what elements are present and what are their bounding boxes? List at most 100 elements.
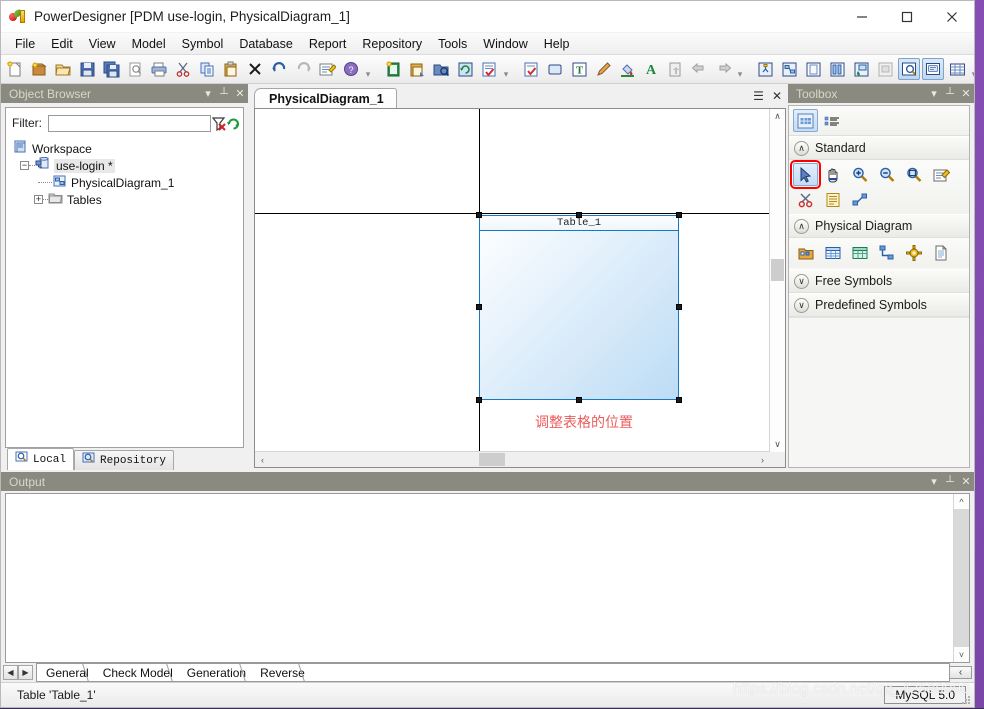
link-tool-icon[interactable]: [847, 188, 872, 211]
package-tool-icon[interactable]: [793, 241, 818, 264]
browser-tab-repository[interactable]: Repository: [74, 450, 175, 470]
clear-filter-icon[interactable]: [211, 114, 226, 132]
menu-tools[interactable]: Tools: [430, 35, 475, 53]
copy-icon[interactable]: [196, 58, 218, 80]
properties-tool-icon[interactable]: [928, 163, 953, 186]
resize-handle-w[interactable]: [476, 304, 482, 310]
toolbox-section-free-symbols[interactable]: ∨ Free Symbols: [789, 269, 969, 293]
page-icon[interactable]: [802, 58, 824, 80]
tree-node-use-login[interactable]: − use-login *: [12, 156, 243, 174]
table-symbol[interactable]: Table_1: [479, 215, 679, 400]
help-icon[interactable]: ?: [340, 58, 362, 80]
resize-handle-se[interactable]: [676, 397, 682, 403]
display-preferences-icon[interactable]: [754, 58, 776, 80]
toolbox-close-icon[interactable]: ✕: [958, 87, 974, 100]
reference-tool-icon[interactable]: [874, 241, 899, 264]
close-button[interactable]: [929, 1, 974, 32]
menu-model[interactable]: Model: [124, 35, 174, 53]
output-tab-check-model[interactable]: Check Model: [93, 664, 178, 681]
toolbox-section-standard[interactable]: ∧ Standard: [789, 136, 969, 160]
menu-symbol[interactable]: Symbol: [174, 35, 232, 53]
comment-icon[interactable]: [922, 58, 944, 80]
maximize-button[interactable]: [884, 1, 929, 32]
next-icon[interactable]: [712, 58, 734, 80]
tabs-next-button[interactable]: ▶: [18, 665, 33, 680]
file-tool-icon[interactable]: [928, 241, 953, 264]
tree-node-workspace[interactable]: Workspace: [12, 140, 243, 157]
palette-list-icon[interactable]: [820, 109, 845, 132]
output-close-icon[interactable]: ✕: [958, 475, 974, 488]
menu-repository[interactable]: Repository: [354, 35, 430, 53]
delete-tool-icon[interactable]: [793, 188, 818, 211]
output-scroll-down-arrow[interactable]: ˅: [954, 647, 969, 662]
paste-symbol-icon[interactable]: [406, 58, 428, 80]
menu-window[interactable]: Window: [475, 35, 535, 53]
resize-handle-sw[interactable]: [476, 397, 482, 403]
chevron-down-icon-predefined[interactable]: ∨: [794, 297, 809, 313]
export-icon[interactable]: [664, 58, 686, 80]
zoom-window-tool-icon[interactable]: [901, 163, 926, 186]
scroll-left-arrow[interactable]: ‹: [255, 452, 270, 467]
resize-grip-icon[interactable]: [960, 694, 972, 706]
horizontal-scroll-track[interactable]: [270, 452, 755, 467]
model-options-icon[interactable]: [874, 58, 896, 80]
canvas-vertical-scrollbar[interactable]: ∧ ∨: [769, 109, 785, 452]
align-icon[interactable]: [826, 58, 848, 80]
canvas-horizontal-scrollbar[interactable]: ‹ ›: [255, 451, 770, 467]
table-tool-icon[interactable]: [820, 241, 845, 264]
minimize-button[interactable]: [839, 1, 884, 32]
output-tab-reverse[interactable]: Reverse: [251, 664, 310, 681]
zoom-to-window-icon[interactable]: [898, 58, 920, 80]
symbol-format-icon[interactable]: [544, 58, 566, 80]
menu-help[interactable]: Help: [536, 35, 578, 53]
tabs-collapse-button[interactable]: ‹: [950, 666, 972, 679]
tree-node-physicaldiagram[interactable]: PhysicalDiagram_1: [12, 174, 243, 191]
output-tab-generation[interactable]: Generation: [177, 664, 252, 681]
diagram-canvas[interactable]: Table_1 调整表格的位置: [255, 109, 770, 452]
new-diagram-icon[interactable]: [382, 58, 404, 80]
delete-icon[interactable]: [244, 58, 266, 80]
palette-grid-icon[interactable]: [793, 109, 818, 132]
grabber-tool-icon[interactable]: [820, 163, 845, 186]
toolbox-pin-icon[interactable]: ┴: [942, 88, 958, 100]
new-package-icon[interactable]: [28, 58, 50, 80]
menu-database[interactable]: Database: [231, 35, 301, 53]
toolbar-overflow-2[interactable]: ▾: [501, 58, 511, 81]
print-preview-icon[interactable]: [124, 58, 146, 80]
tree-node-tables[interactable]: + Tables: [12, 191, 243, 208]
output-tab-general[interactable]: General: [37, 664, 94, 681]
grid-icon[interactable]: [946, 58, 968, 80]
save-all-icon[interactable]: [100, 58, 122, 80]
menu-edit[interactable]: Edit: [43, 35, 81, 53]
print-icon[interactable]: [148, 58, 170, 80]
window-list-icon[interactable]: ☰: [753, 89, 764, 103]
open-icon[interactable]: [52, 58, 74, 80]
paste-icon[interactable]: [220, 58, 242, 80]
pen-icon[interactable]: [592, 58, 614, 80]
text-format-icon[interactable]: T: [568, 58, 590, 80]
scroll-down-arrow[interactable]: ∨: [770, 437, 785, 452]
output-scroll-up-arrow[interactable]: ^: [954, 494, 969, 509]
tree-expander-use-login[interactable]: −: [20, 161, 29, 170]
tree-expander-tables[interactable]: +: [34, 195, 43, 204]
output-scroll-track[interactable]: [954, 509, 969, 647]
vertical-scroll-thumb[interactable]: [771, 259, 784, 281]
chevron-up-icon-physical[interactable]: ∧: [794, 218, 809, 234]
diagram-tab[interactable]: PhysicalDiagram_1: [254, 88, 397, 108]
menu-file[interactable]: File: [7, 35, 43, 53]
pointer-tool-icon[interactable]: [790, 160, 821, 189]
browser-tab-local[interactable]: Local: [7, 448, 75, 470]
toolbar-overflow-4[interactable]: ▾: [969, 58, 974, 81]
properties-icon[interactable]: [316, 58, 338, 80]
toolbox-section-physical-diagram[interactable]: ∧ Physical Diagram: [789, 214, 969, 238]
output-body[interactable]: ^ ˅: [5, 493, 970, 663]
chevron-down-icon-free[interactable]: ∨: [794, 273, 809, 289]
menu-view[interactable]: View: [81, 35, 124, 53]
resize-handle-s[interactable]: [576, 397, 582, 403]
pin-icon[interactable]: ┴: [216, 88, 232, 100]
save-icon[interactable]: [76, 58, 98, 80]
auto-layout-icon[interactable]: [778, 58, 800, 80]
find-objects-icon[interactable]: [430, 58, 452, 80]
menu-report[interactable]: Report: [301, 35, 355, 53]
resize-handle-e[interactable]: [676, 304, 682, 310]
